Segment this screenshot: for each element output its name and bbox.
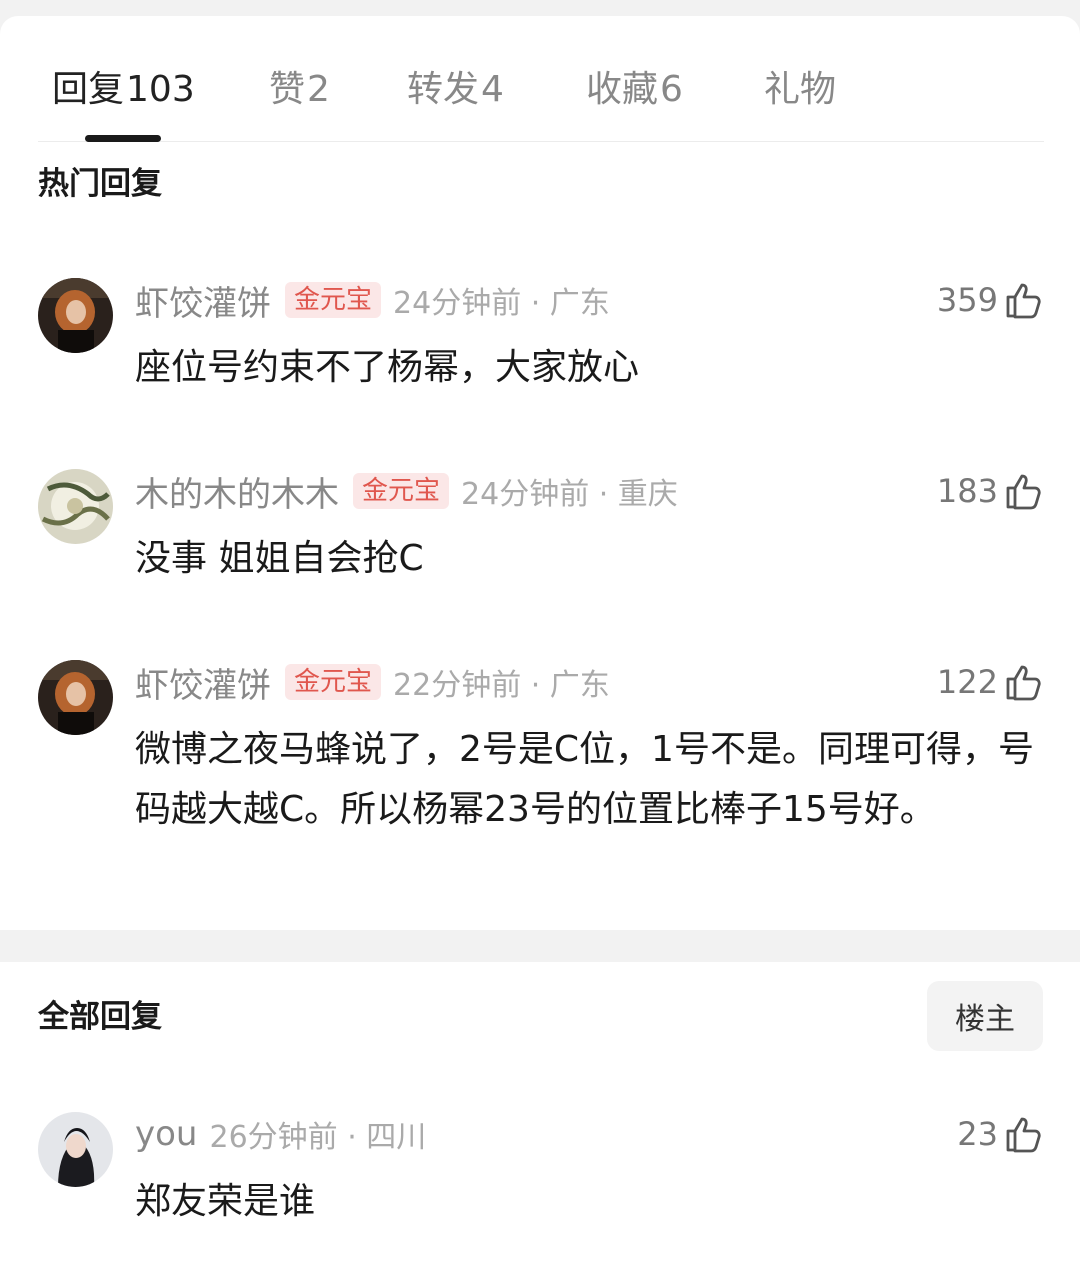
status-badge: 金元宝 — [353, 473, 450, 509]
status-badge: 金元宝 — [285, 664, 382, 700]
comment-item: you 26分钟前 · 四川 23 郑友荣是谁 — [38, 1112, 1044, 1232]
tab-bar: 回复103 赞2 转发4 收藏6 礼物 — [38, 32, 1044, 142]
avatar[interactable] — [38, 1112, 113, 1187]
tab-gifts[interactable]: 礼物 — [764, 70, 836, 110]
comment-text: 座位号约束不了杨幂，大家放心 — [135, 347, 640, 388]
tab-count: 4 — [481, 69, 504, 110]
like-count: 122 — [936, 663, 998, 701]
tab-favorites[interactable]: 收藏6 — [586, 70, 683, 110]
tab-reposts[interactable]: 转发4 — [407, 70, 504, 110]
owner-filter-button[interactable]: 楼主 — [927, 981, 1043, 1051]
timestamp-location: 24分钟前 · 广东 — [393, 286, 610, 321]
comment-item: 虾饺灌饼 金元宝 24分钟前 · 广东 359 座位号约束不了杨幂，大家放心 — [38, 278, 1044, 398]
thumbs-up-icon — [1004, 471, 1044, 511]
username[interactable]: 虾饺灌饼 — [135, 276, 271, 325]
username[interactable]: 虾饺灌饼 — [135, 658, 271, 707]
timestamp-location: 24分钟前 · 重庆 — [461, 477, 678, 512]
like-count: 23 — [957, 1115, 998, 1153]
username[interactable]: 木的木的木木 — [135, 467, 339, 516]
tab-likes[interactable]: 赞2 — [269, 70, 330, 110]
comment-meta: 木的木的木木 金元宝 24分钟前 · 重庆 — [135, 467, 678, 516]
active-tab-indicator — [85, 135, 161, 142]
tab-count: 2 — [307, 69, 330, 110]
tab-label: 赞 — [269, 69, 306, 110]
like-button[interactable]: 122 — [937, 660, 1044, 704]
comment-item: 木的木的木木 金元宝 24分钟前 · 重庆 183 没事 姐姐自会抢C — [38, 469, 1044, 589]
comment-text: 郑友荣是谁 — [135, 1181, 316, 1222]
like-button[interactable]: 359 — [937, 278, 1044, 322]
like-button[interactable]: 183 — [937, 469, 1044, 513]
tab-label: 礼物 — [764, 69, 837, 110]
like-count: 183 — [936, 472, 998, 510]
comment-text: 没事 姐姐自会抢C — [135, 538, 424, 579]
avatar[interactable] — [38, 660, 113, 735]
like-count: 359 — [936, 281, 998, 319]
hot-replies-title: 热门回复 — [38, 166, 162, 202]
comment-meta: 虾饺灌饼 金元宝 24分钟前 · 广东 — [135, 276, 610, 325]
timestamp-location: 26分钟前 · 四川 — [209, 1120, 427, 1155]
status-badge: 金元宝 — [285, 282, 382, 318]
all-replies-title: 全部回复 — [38, 999, 162, 1035]
thumbs-up-icon — [1004, 1114, 1044, 1154]
timestamp-location: 22分钟前 · 广东 — [393, 668, 610, 703]
tab-label: 转发 — [407, 69, 480, 110]
tab-count: 6 — [660, 69, 683, 110]
avatar[interactable] — [38, 278, 113, 353]
tab-label: 回复 — [52, 69, 125, 110]
tab-label: 收藏 — [586, 69, 659, 110]
like-button[interactable]: 23 — [957, 1112, 1044, 1156]
tab-replies[interactable]: 回复103 — [52, 70, 195, 110]
thumbs-up-icon — [1004, 280, 1044, 320]
username[interactable]: you — [135, 1114, 197, 1154]
thumbs-up-icon — [1004, 662, 1044, 702]
comment-meta: 虾饺灌饼 金元宝 22分钟前 · 广东 — [135, 658, 610, 707]
comment-meta: you 26分钟前 · 四川 — [135, 1112, 426, 1156]
avatar[interactable] — [38, 469, 113, 544]
tab-count: 103 — [126, 69, 195, 110]
comment-item: 虾饺灌饼 金元宝 22分钟前 · 广东 122 微博之夜马蜂说了，2号是C位，1… — [38, 660, 1044, 900]
comment-text: 微博之夜马蜂说了，2号是C位，1号不是。同理可得，号码越大越C。所以杨幂23号的… — [135, 729, 1034, 830]
